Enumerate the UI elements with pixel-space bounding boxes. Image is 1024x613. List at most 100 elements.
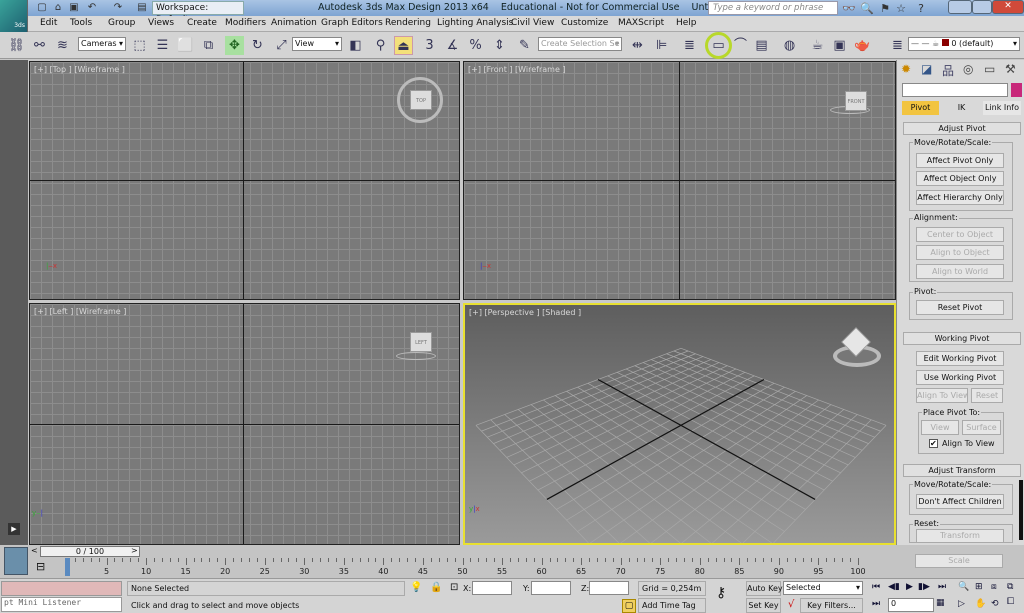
- rollout-adjust-transform[interactable]: Adjust Transform: [903, 464, 1021, 477]
- command-panel-scrollbar[interactable]: [1019, 480, 1023, 540]
- current-frame-field[interactable]: 0: [888, 598, 934, 612]
- bind-space-warp-icon[interactable]: ≋: [53, 36, 72, 55]
- select-and-manipulate-icon[interactable]: ⚲: [371, 36, 390, 55]
- undo-icon[interactable]: ↶: [86, 2, 98, 13]
- reset-working-pivot-button[interactable]: Reset: [971, 388, 1003, 403]
- field-of-view-icon[interactable]: ▷: [958, 599, 965, 609]
- current-frame-marker[interactable]: [65, 558, 70, 576]
- open-file-icon[interactable]: ⌂: [52, 2, 64, 13]
- render-production-icon[interactable]: 🫖: [853, 36, 872, 55]
- zoom-extents-all-icon[interactable]: ⧉: [1007, 582, 1013, 592]
- communication-center-icon[interactable]: ⚑: [878, 2, 892, 15]
- menu-modifiers[interactable]: Modifiers: [225, 18, 266, 28]
- redo-icon[interactable]: ↷: [112, 2, 124, 13]
- zoom-all-icon[interactable]: ⊞: [975, 582, 983, 592]
- menu-maxscript[interactable]: MAXScript: [618, 18, 664, 28]
- use-pivot-center-icon[interactable]: ◧: [346, 36, 365, 55]
- edit-named-selection-icon[interactable]: ✎: [515, 36, 534, 55]
- time-slider[interactable]: 0 / 100: [40, 546, 140, 557]
- key-mode-dropdown[interactable]: Selected: [783, 581, 863, 595]
- align-to-view-checkbox[interactable]: ✔: [929, 439, 938, 448]
- viewcube[interactable]: TOP: [410, 90, 432, 110]
- tab-ik[interactable]: IK: [943, 101, 980, 115]
- menu-animation[interactable]: Animation: [271, 18, 317, 28]
- viewcube[interactable]: FRONT: [845, 91, 867, 111]
- rendered-frame-window-icon[interactable]: ▭: [705, 32, 732, 59]
- place-view-button[interactable]: View: [921, 420, 959, 435]
- align-icon[interactable]: ⊫: [652, 36, 671, 55]
- place-surface-button[interactable]: Surface: [962, 420, 1001, 435]
- set-key-button[interactable]: Set Key: [746, 598, 781, 613]
- align-to-world-button[interactable]: Align to World: [916, 264, 1004, 279]
- schematic-view-icon[interactable]: ▤: [752, 36, 771, 55]
- project-folder-icon[interactable]: ▤: [136, 2, 148, 13]
- affect-hierarchy-only-button[interactable]: Affect Hierarchy Only: [916, 190, 1004, 205]
- viewport-label[interactable]: [+] [Front ] [Wireframe ]: [468, 65, 566, 74]
- reset-transform-button[interactable]: Transform: [916, 529, 1004, 543]
- time-tag-icon[interactable]: ▢: [622, 599, 636, 613]
- dont-affect-children-button[interactable]: Don't Affect Children: [916, 494, 1004, 509]
- next-frame-button[interactable]: >: [131, 546, 138, 555]
- absolute-mode-icon[interactable]: ⊡: [450, 582, 458, 593]
- menu-lighting-analysis[interactable]: Lighting Analysis: [437, 18, 513, 28]
- save-icon[interactable]: ▣: [68, 2, 80, 13]
- pan-view-icon[interactable]: ✋: [975, 599, 986, 609]
- key-filters-button[interactable]: Key Filters...: [800, 598, 863, 613]
- layer-dropdown[interactable]: — — ☕ 0 (default): [908, 37, 1020, 51]
- reference-coordinate-dropdown[interactable]: View: [292, 37, 342, 51]
- object-name-field[interactable]: [902, 83, 1008, 97]
- favorites-icon[interactable]: ☆: [894, 2, 908, 15]
- mirror-icon[interactable]: ⇹: [628, 36, 647, 55]
- zoom-icon[interactable]: 🔍: [958, 582, 969, 592]
- viewport-label[interactable]: [+] [Perspective ] [Shaded ]: [469, 308, 581, 317]
- workspace-dropdown[interactable]: Workspace: Default: [152, 1, 244, 25]
- spinner-snap-icon[interactable]: ⇕: [490, 36, 509, 55]
- add-time-tag-button[interactable]: Add Time Tag: [638, 598, 706, 613]
- viewport-layout-icon[interactable]: [4, 547, 28, 575]
- selection-lock-icon[interactable]: 🔒: [430, 582, 442, 593]
- object-color-swatch[interactable]: [1011, 83, 1022, 97]
- mini-curve-editor-icon[interactable]: ⊟: [36, 560, 45, 573]
- menu-group[interactable]: Group: [108, 18, 135, 28]
- reset-pivot-button[interactable]: Reset Pivot: [916, 300, 1004, 315]
- select-by-name-icon[interactable]: ☰: [153, 36, 172, 55]
- menu-edit[interactable]: Edit: [40, 18, 57, 28]
- x-coordinate-field[interactable]: [472, 581, 512, 595]
- key-tangent-icon[interactable]: √: [788, 599, 794, 610]
- affect-pivot-only-button[interactable]: Affect Pivot Only: [916, 153, 1004, 168]
- minimize-button[interactable]: [948, 0, 972, 14]
- mini-listener-input[interactable]: pt Mini Listener: [1, 597, 122, 612]
- center-to-object-button[interactable]: Center to Object: [916, 227, 1004, 242]
- menu-rendering[interactable]: Rendering: [385, 18, 431, 28]
- select-object-icon[interactable]: ⬚: [130, 36, 149, 55]
- search-input[interactable]: Type a keyword or phrase: [708, 1, 838, 15]
- rollout-adjust-pivot[interactable]: Adjust Pivot: [903, 122, 1021, 135]
- maximize-button[interactable]: [972, 0, 992, 14]
- viewport-front[interactable]: [+] [Front ] [Wireframe ] FRONT |‒x: [463, 61, 896, 300]
- help-icon[interactable]: ?: [914, 2, 928, 15]
- menu-graph-editors[interactable]: Graph Editors: [321, 18, 383, 28]
- display-tab-icon[interactable]: ▭: [984, 62, 995, 76]
- align-to-view-button[interactable]: Align To View: [916, 388, 968, 403]
- previous-frame-icon[interactable]: ◀▮: [888, 582, 900, 592]
- menu-civil-view[interactable]: Civil View: [511, 18, 554, 28]
- affect-object-only-button[interactable]: Affect Object Only: [916, 171, 1004, 186]
- modify-tab-icon[interactable]: ◪: [921, 62, 932, 76]
- viewport-label[interactable]: [+] [Top ] [Wireframe ]: [34, 65, 125, 74]
- zoom-extents-icon[interactable]: ⧈: [991, 582, 997, 592]
- edit-working-pivot-button[interactable]: Edit Working Pivot: [916, 351, 1004, 366]
- select-and-scale-icon[interactable]: ⤢: [272, 36, 291, 55]
- reset-scale-button[interactable]: Scale: [915, 554, 1003, 568]
- align-to-object-button[interactable]: Align to Object: [916, 245, 1004, 260]
- layer-manager-icon[interactable]: ≣: [680, 36, 699, 55]
- hierarchy-tab-icon[interactable]: 品: [942, 62, 954, 79]
- menu-customize[interactable]: Customize: [561, 18, 608, 28]
- selection-filter-dropdown[interactable]: Cameras: [78, 37, 126, 51]
- set-key-mode-icon[interactable]: ⚷: [716, 585, 726, 601]
- utilities-tab-icon[interactable]: ⚒: [1005, 62, 1016, 76]
- create-tab-icon[interactable]: ✹: [901, 62, 921, 76]
- go-to-start-icon[interactable]: ⏮: [872, 582, 880, 592]
- maxscript-output[interactable]: [1, 581, 122, 596]
- auto-key-button[interactable]: Auto Key: [746, 581, 783, 596]
- unlink-icon[interactable]: ⚯: [30, 36, 49, 55]
